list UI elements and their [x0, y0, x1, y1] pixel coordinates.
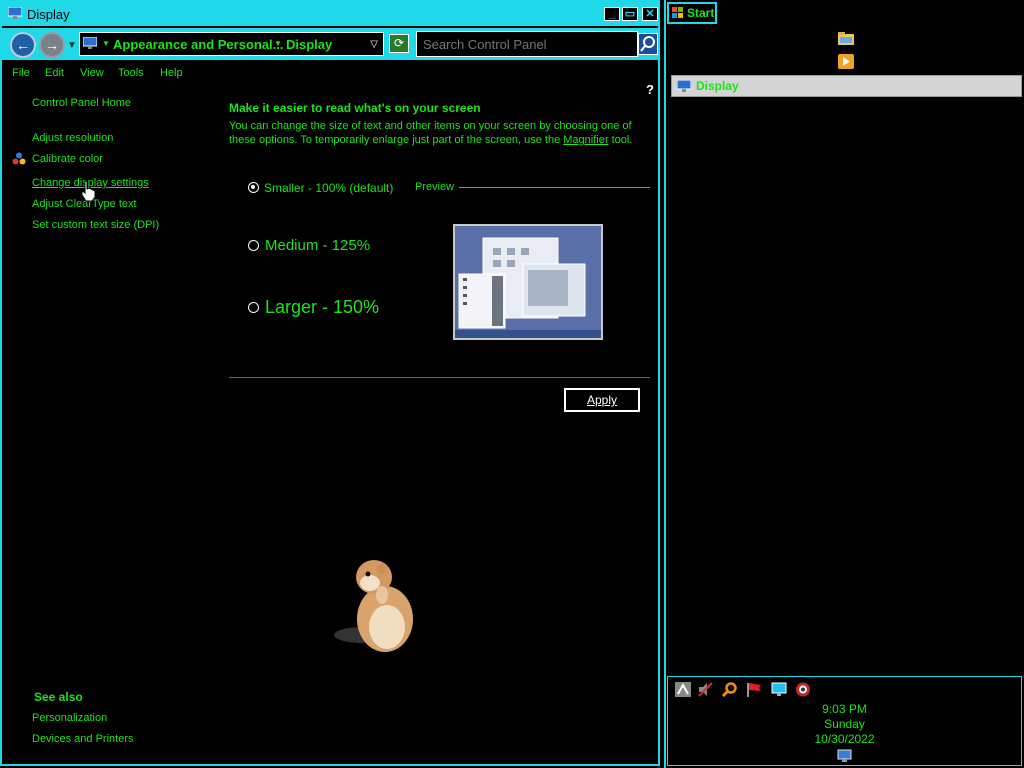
control-panel-icon [83, 37, 97, 49]
menu-edit[interactable]: Edit [45, 67, 64, 79]
devices-and-printers-link[interactable]: Devices and Printers [32, 733, 134, 745]
network-icon[interactable] [675, 682, 691, 697]
preview-label: Preview [415, 181, 455, 193]
start-button[interactable]: Start [667, 2, 717, 24]
taskbar-item-display[interactable]: Display [671, 75, 1022, 97]
clock-day[interactable]: Sunday [668, 717, 1021, 731]
refresh-button[interactable]: ⟳ [389, 34, 409, 53]
search-tray-icon[interactable] [722, 682, 738, 697]
start-label: Start [687, 6, 715, 20]
display-icon [677, 80, 691, 92]
option-smaller-label[interactable]: Smaller - 100% (default) [264, 181, 393, 195]
back-arrow-icon: ← [16, 37, 30, 53]
option-medium-label[interactable]: Medium - 125% [265, 237, 370, 254]
panel-divider [664, 0, 666, 768]
taskbar-item-label: Display [696, 79, 739, 93]
preview-image [453, 224, 603, 340]
title-bar[interactable]: Display _ ▭ ✕ [2, 2, 658, 26]
description-text-end: tool. [608, 134, 633, 146]
display-tray-icon[interactable] [771, 682, 787, 697]
menu-view[interactable]: View [80, 67, 104, 79]
custom-text-size-link[interactable]: Set custom text size (DPI) [32, 219, 159, 231]
radio-smaller[interactable] [248, 182, 259, 193]
forward-button[interactable]: → [39, 32, 65, 58]
record-icon[interactable] [795, 682, 811, 697]
action-center-flag-icon[interactable] [746, 682, 762, 697]
page-description: You can change the size of text and othe… [229, 119, 659, 147]
page-heading: Make it easier to read what's on your sc… [229, 101, 481, 115]
breadcrumb-arrow-icon: ▼ [274, 39, 282, 48]
menu-bar: File Edit View Tools Help [2, 64, 658, 82]
show-desktop-icon[interactable] [837, 749, 852, 763]
help-icon[interactable]: ? [646, 82, 654, 97]
breadcrumb-arrow-icon: ▼ [102, 39, 110, 48]
clock-time[interactable]: 9:03 PM [668, 702, 1021, 716]
forward-arrow-icon: → [45, 37, 59, 53]
personalization-link[interactable]: Personalization [32, 712, 107, 724]
menu-file[interactable]: File [12, 67, 30, 79]
maximize-button[interactable]: ▭ [622, 7, 638, 21]
address-dropdown-icon[interactable]: ▽ [370, 39, 378, 50]
close-button[interactable]: ✕ [642, 7, 658, 21]
explorer-folder-icon[interactable] [838, 31, 854, 46]
calibrate-color-link[interactable]: Calibrate color [32, 153, 103, 165]
volume-muted-icon[interactable] [697, 682, 713, 697]
search-icon [640, 36, 655, 52]
option-larger-label[interactable]: Larger - 150% [265, 297, 379, 318]
control-panel-window: Display _ ▭ ✕ ← → ▼ ▼ Appearance and Per… [0, 0, 660, 766]
calibrate-color-icon [12, 152, 26, 165]
preview-divider [459, 187, 650, 188]
recent-pages-dropdown-icon[interactable]: ▼ [67, 40, 77, 51]
search-input[interactable] [416, 31, 638, 57]
apply-button[interactable]: Apply [564, 388, 640, 412]
minimize-button[interactable]: _ [604, 7, 620, 21]
adjust-resolution-link[interactable]: Adjust resolution [32, 132, 113, 144]
window-title: Display [27, 7, 70, 22]
hand-cursor-icon [81, 180, 96, 202]
hamster-image [334, 560, 413, 652]
menu-help[interactable]: Help [160, 67, 183, 79]
breadcrumb-appearance[interactable]: Appearance and Personal... [113, 37, 284, 52]
control-panel-home-link[interactable]: Control Panel Home [32, 97, 131, 109]
display-icon [8, 7, 22, 19]
menu-tools[interactable]: Tools [118, 67, 144, 79]
clock-date[interactable]: 10/30/2022 [668, 732, 1021, 746]
see-also-heading: See also [34, 690, 83, 704]
radio-medium[interactable] [248, 240, 259, 251]
search-button[interactable] [638, 33, 658, 55]
windows-logo-icon [672, 7, 683, 18]
content-divider [229, 377, 650, 378]
back-button[interactable]: ← [10, 32, 36, 58]
navigation-bar: ← → ▼ ▼ Appearance and Personal... ▼ Dis… [2, 28, 658, 60]
media-player-icon[interactable] [838, 54, 854, 69]
radio-larger[interactable] [248, 302, 259, 313]
breadcrumb-display[interactable]: Display [286, 37, 332, 52]
address-bar[interactable]: ▼ Appearance and Personal... ▼ Display ▽ [79, 32, 384, 56]
magnifier-link[interactable]: Magnifier [563, 134, 608, 146]
system-tray: 9:03 PM Sunday 10/30/2022 [667, 676, 1022, 766]
